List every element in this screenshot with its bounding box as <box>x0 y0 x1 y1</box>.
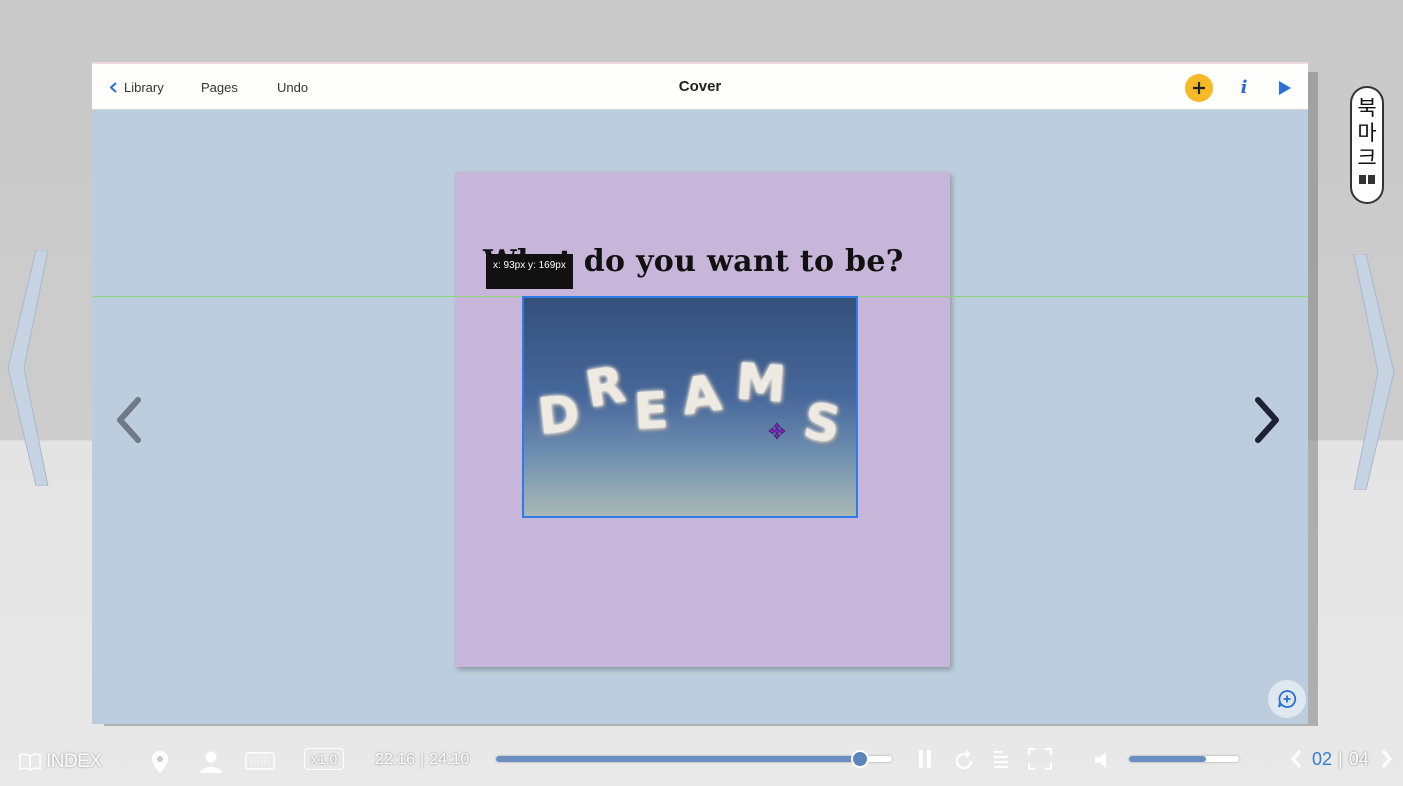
fullscreen-icon[interactable] <box>1028 748 1052 770</box>
book-icon <box>18 753 42 771</box>
cloud-letter: R <box>581 355 630 419</box>
keyboard-icon[interactable] <box>245 752 275 770</box>
editor-toolbar: Library Pages Undo Cover i <box>92 62 1308 110</box>
chevron-right-icon <box>1250 395 1286 445</box>
cloud-letter: D <box>535 383 583 447</box>
chat-add-icon <box>1277 689 1297 709</box>
chevron-left-icon <box>110 395 146 445</box>
progress-fill <box>496 756 861 762</box>
bookmark-char: 마 <box>1357 121 1377 145</box>
cursor-position-tooltip: x: 93px y: 169px <box>486 254 573 289</box>
bookmark-button[interactable]: 북 마 크 <box>1350 86 1384 204</box>
next-page-arrow[interactable] <box>1250 395 1286 445</box>
person-icon[interactable] <box>199 750 223 774</box>
side-next-arrow-icon[interactable] <box>1350 254 1396 490</box>
prev-page-arrow[interactable] <box>110 395 146 445</box>
document-title: Cover <box>678 78 722 95</box>
bookmark-char: 북 <box>1357 96 1377 120</box>
index-label: INDEX <box>46 751 102 772</box>
speaker-icon[interactable] <box>1093 750 1113 770</box>
cloud-letter: M <box>734 352 788 414</box>
cloud-letter: A <box>678 363 725 427</box>
add-button[interactable] <box>1185 74 1213 102</box>
index-button[interactable]: INDEX <box>18 750 102 774</box>
pause-icon[interactable] <box>917 749 933 769</box>
info-button[interactable]: i <box>1236 76 1252 100</box>
undo-button[interactable]: Undo <box>277 64 308 110</box>
chevron-left-icon[interactable] <box>1290 749 1302 769</box>
page-current: 02 <box>1312 748 1333 769</box>
playback-speed-button[interactable]: x1.0 <box>304 748 344 770</box>
dreams-image[interactable]: D R E A M S <box>522 296 858 518</box>
bookmark-char: 크 <box>1357 146 1377 170</box>
cloud-letter: E <box>632 381 670 441</box>
time-separator: | <box>420 751 425 768</box>
editor-window: Library Pages Undo Cover i What do you w… <box>92 62 1308 724</box>
chevron-left-icon <box>110 81 117 93</box>
chevron-right-icon[interactable] <box>1381 749 1393 769</box>
page-total: 04 <box>1348 748 1369 769</box>
progress-slider[interactable] <box>496 756 892 762</box>
volume-fill <box>1129 756 1206 762</box>
replay-icon[interactable] <box>953 750 975 772</box>
pages-button[interactable]: Pages <box>201 64 238 110</box>
time-display: 22:16 | 24:10 <box>375 748 469 772</box>
page-indicator: 02 | 04 <box>1290 747 1393 771</box>
time-total: 24:10 <box>429 751 470 768</box>
book-icon <box>1358 174 1376 185</box>
list-icon[interactable] <box>992 750 1010 770</box>
plus-icon <box>1192 81 1206 95</box>
library-label: Library <box>124 79 164 95</box>
page-separator: | <box>1338 748 1343 769</box>
comment-button[interactable] <box>1268 680 1306 718</box>
volume-slider[interactable] <box>1129 756 1239 762</box>
location-pin-icon[interactable] <box>150 750 170 774</box>
cloud-letter: S <box>799 391 845 455</box>
move-cursor-icon <box>768 422 786 440</box>
time-current: 22:16 <box>375 751 416 768</box>
play-icon[interactable] <box>1278 80 1294 96</box>
side-prev-arrow-icon[interactable] <box>6 250 50 486</box>
library-back-button[interactable]: Library <box>110 64 164 110</box>
